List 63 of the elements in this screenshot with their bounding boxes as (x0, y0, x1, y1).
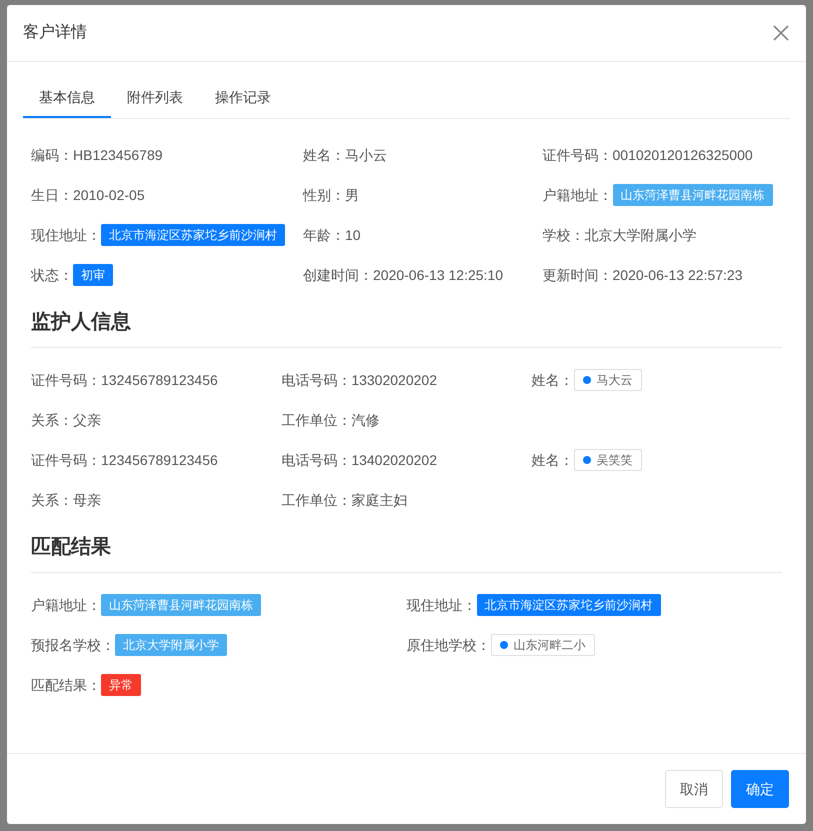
field-value: 13302020202 (351, 370, 437, 390)
field-value: 2010-02-05 (73, 186, 145, 204)
tag: 山东菏泽曹县河畔花园南栋 (101, 594, 261, 616)
field-label: 关系： (31, 490, 73, 510)
tag: 北京市海淀区苏家坨乡前沙涧村 (101, 224, 285, 246)
tag: 马大云 (574, 369, 642, 391)
field-label: 证件号码： (542, 146, 612, 164)
field-label: 更新时间： (542, 266, 612, 284)
field-value: 001020120126325000 (612, 146, 753, 164)
field-value: 132456789123456 (101, 370, 218, 390)
field-label: 学校： (542, 226, 584, 244)
tag: 北京市海淀区苏家坨乡前沙涧村 (476, 594, 660, 616)
field-value: 13402020202 (351, 450, 437, 470)
field-label: 工作单位： (281, 490, 352, 510)
field-value: 男 (345, 186, 359, 204)
cancel-button[interactable]: 取消 (665, 770, 723, 808)
tag: 异常 (101, 674, 141, 696)
field-label: 状态： (31, 266, 73, 284)
field-label: 证件号码： (31, 370, 101, 390)
tab[interactable]: 基本信息 (23, 78, 111, 118)
field-label: 预报名学校： (31, 636, 115, 654)
field-value: 北京大学附属小学 (584, 226, 696, 244)
field-label: 原住地学校： (406, 636, 490, 654)
field-label: 电话号码： (281, 370, 352, 390)
tab[interactable]: 操作记录 (199, 78, 287, 118)
section-title: 监护人信息 (31, 307, 782, 348)
tag: 北京大学附属小学 (115, 634, 227, 656)
field-value: 汽修 (351, 410, 380, 430)
field-label: 电话号码： (281, 450, 352, 470)
field-label: 姓名： (303, 146, 345, 164)
field-value: HB123456789 (73, 146, 163, 164)
tag: 吴笑笑 (574, 449, 642, 471)
confirm-button[interactable]: 确定 (731, 770, 789, 808)
section-title: 匹配结果 (31, 532, 782, 573)
field-value: 马小云 (345, 146, 387, 164)
field-value: 2020-06-13 12:25:10 (373, 266, 503, 284)
field-label: 关系： (31, 410, 73, 430)
field-label: 姓名： (532, 370, 574, 390)
field-label: 现住地址： (406, 596, 476, 614)
field-label: 创建时间： (303, 266, 373, 284)
tag: 初审 (73, 264, 113, 286)
field-value: 父亲 (73, 410, 101, 430)
close-icon[interactable] (772, 24, 790, 42)
tab[interactable]: 附件列表 (111, 78, 199, 118)
field-label: 现住地址： (31, 226, 101, 244)
field-label: 工作单位： (281, 410, 352, 430)
tag: 山东河畔二小 (490, 634, 594, 656)
field-label: 年龄： (303, 226, 345, 244)
field-label: 户籍地址： (31, 596, 101, 614)
field-label: 匹配结果： (31, 676, 101, 694)
field-label: 编码： (31, 146, 73, 164)
field-value: 10 (345, 226, 361, 244)
dialog-title: 客户详情 (23, 22, 87, 43)
field-label: 性别： (303, 186, 345, 204)
field-label: 户籍地址： (542, 186, 612, 204)
field-value: 母亲 (73, 490, 101, 510)
tag: 山东菏泽曹县河畔花园南栋 (612, 184, 772, 206)
field-label: 证件号码： (31, 450, 101, 470)
field-value: 123456789123456 (101, 450, 218, 470)
field-value: 家庭主妇 (351, 490, 408, 510)
field-value: 2020-06-13 22:57:23 (612, 266, 742, 284)
field-label: 生日： (31, 186, 73, 204)
field-label: 姓名： (532, 450, 574, 470)
